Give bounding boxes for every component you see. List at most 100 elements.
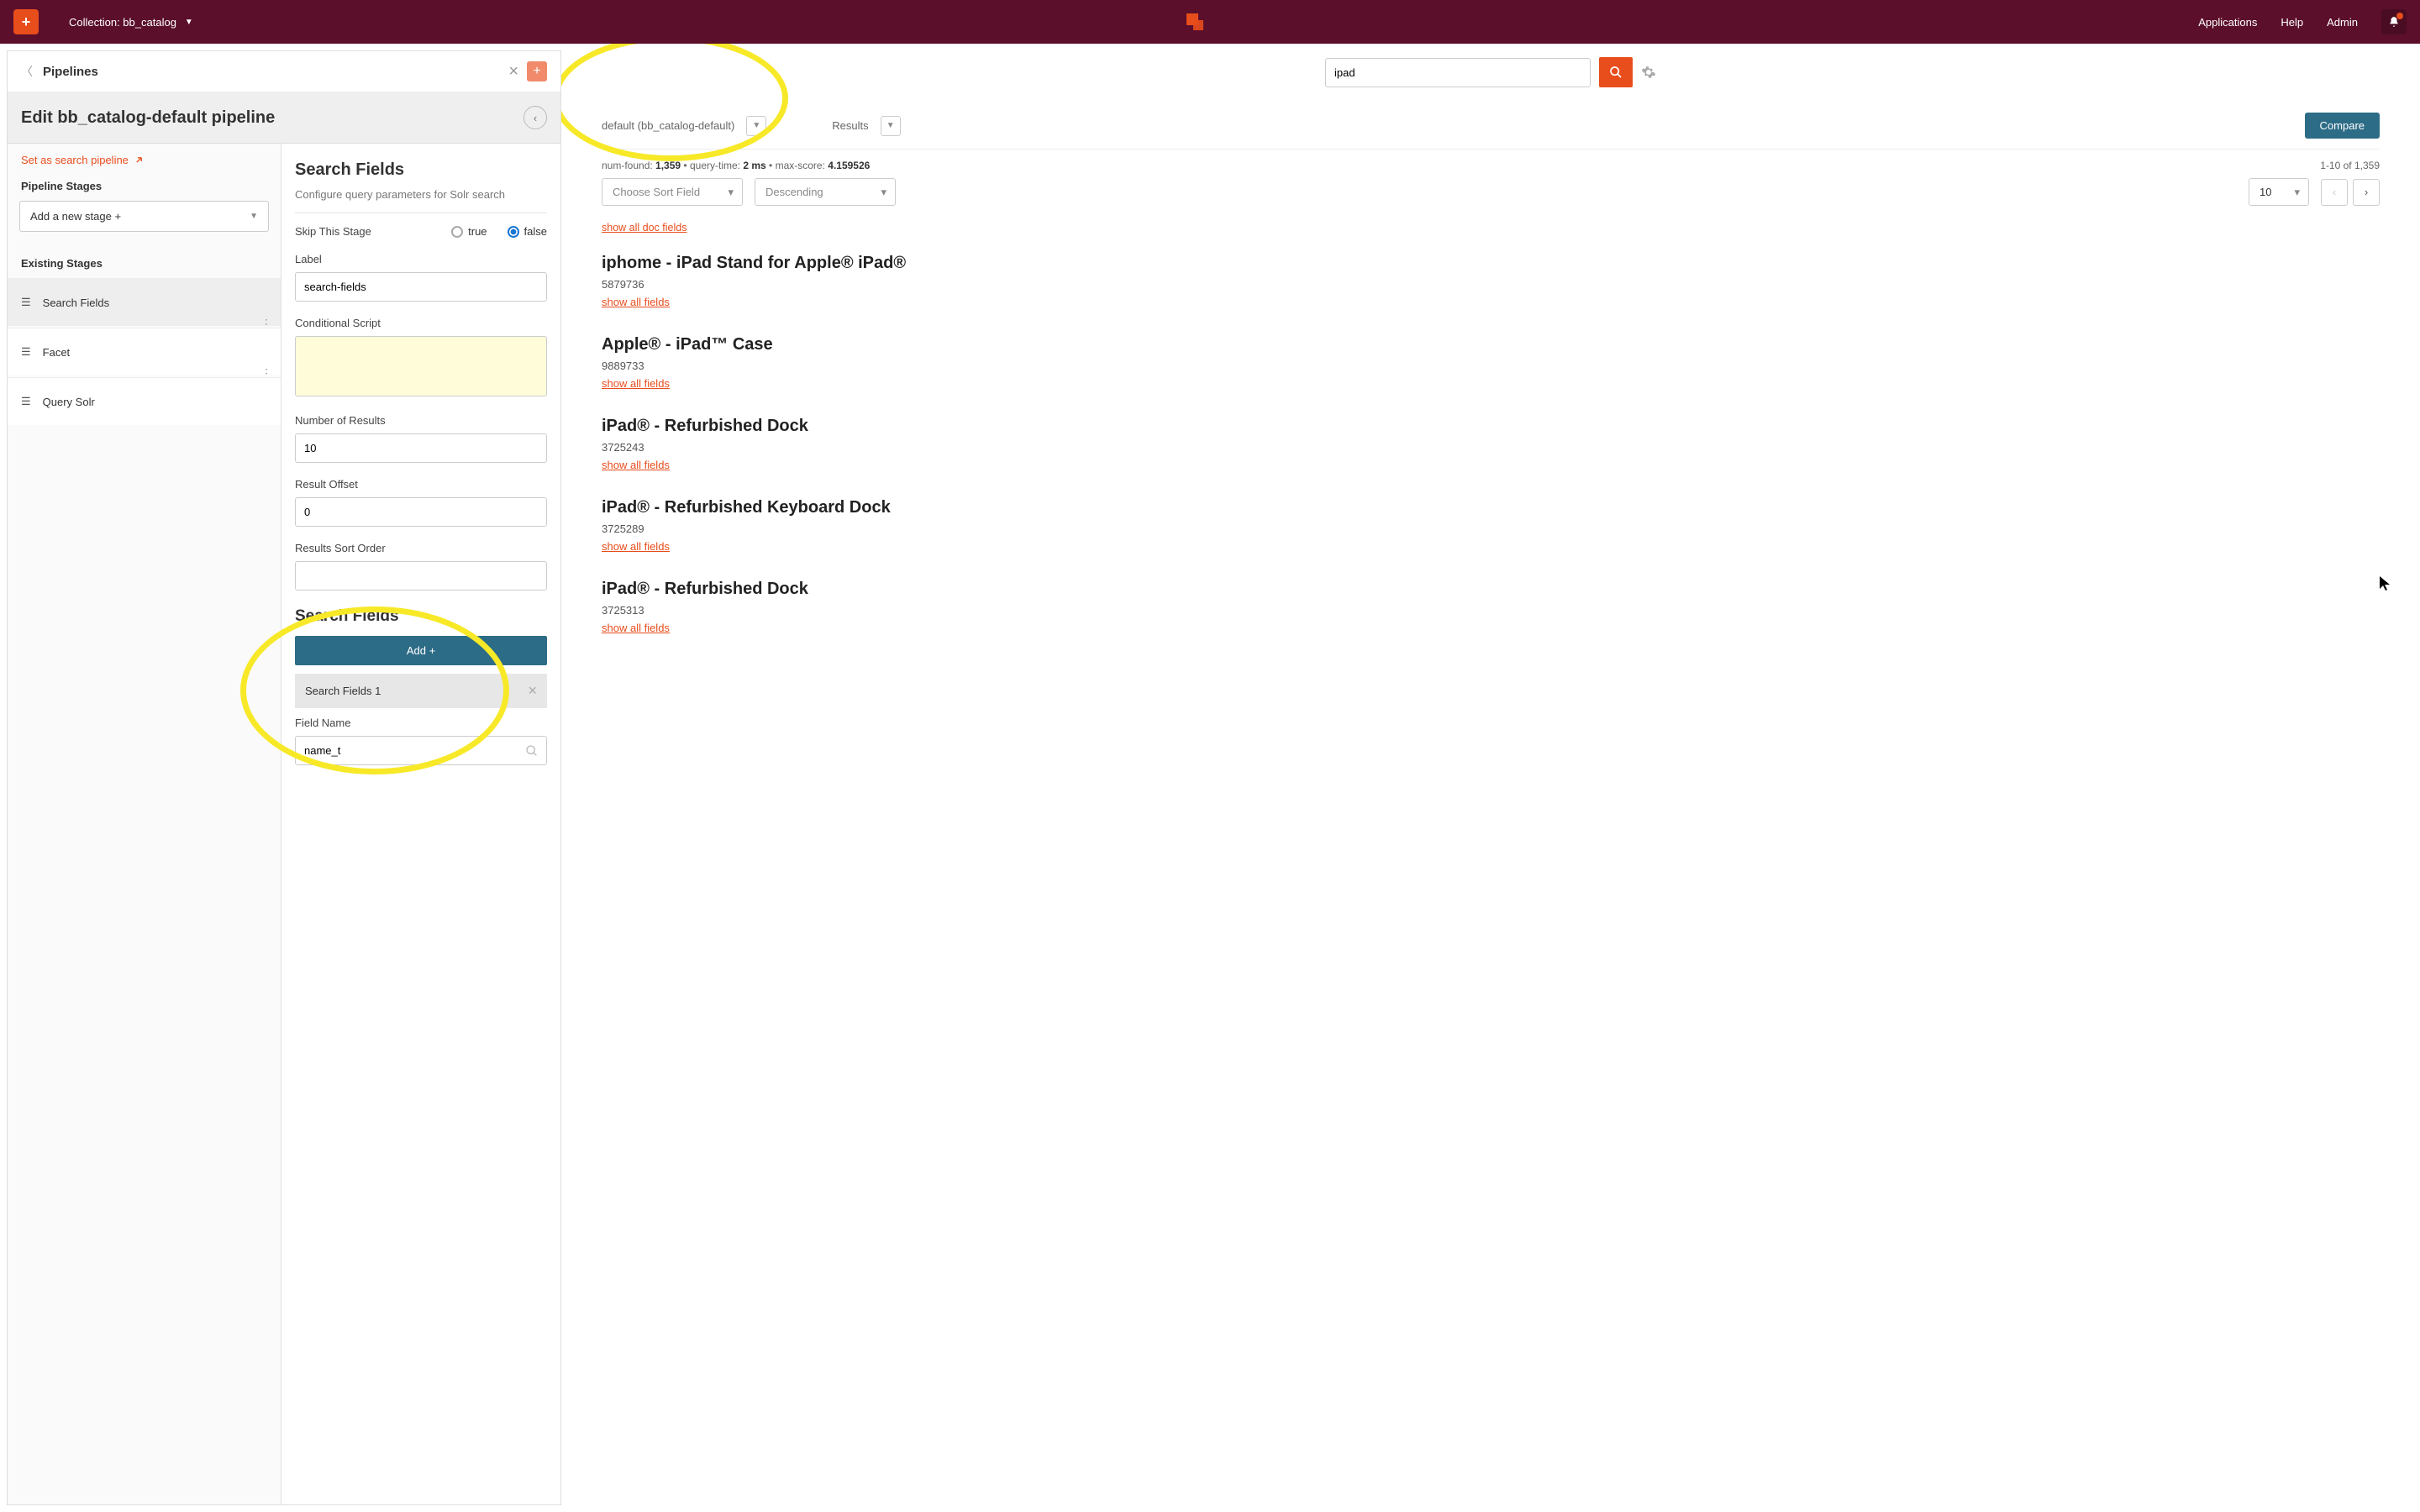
search-icon xyxy=(1609,66,1623,79)
radio-icon xyxy=(451,226,463,238)
search-result: iPad® - Refurbished Dock 3725243 show all … xyxy=(602,417,2380,471)
show-all-fields-link[interactable]: show all fields xyxy=(602,459,670,471)
nav-admin[interactable]: Admin xyxy=(2327,16,2358,29)
show-all-fields-link[interactable]: show all fields xyxy=(602,622,670,634)
app-logo-icon xyxy=(1185,11,1207,33)
maxscore-label: max-score: xyxy=(776,160,825,171)
search-result: iPad® - Refurbished Dock3725313show all … xyxy=(602,580,2380,634)
stage-facet[interactable]: ☰ Facet xyxy=(8,328,281,375)
search-field-1-label: Search Fields 1 xyxy=(305,685,381,697)
add-search-field-button[interactable]: Add + xyxy=(295,636,547,665)
querytime-value: 2 ms xyxy=(743,160,765,171)
drag-handle-icon[interactable]: ☰ xyxy=(21,345,31,359)
drag-handle-icon[interactable]: ☰ xyxy=(21,296,31,309)
conditional-script-input[interactable] xyxy=(295,336,547,396)
config-heading: Search Fields xyxy=(295,160,547,180)
pipeline-panel: 〈 Pipelines × + Edit bb_catalog-default … xyxy=(7,50,561,1505)
external-link-icon xyxy=(134,155,145,165)
results-label: Results xyxy=(832,119,868,132)
fieldname-input[interactable] xyxy=(295,736,547,765)
skip-label: Skip This Stage xyxy=(295,225,371,238)
sort-field-label: Choose Sort Field xyxy=(613,186,700,198)
panel-add-button[interactable]: + xyxy=(527,61,547,81)
offset-input[interactable] xyxy=(295,497,547,527)
pipeline-dropdown[interactable]: ▼ xyxy=(746,116,766,136)
result-id: 5879736 xyxy=(602,278,2380,291)
radio-false-label: false xyxy=(524,225,547,238)
sort-direction-select[interactable]: Descending xyxy=(755,178,896,206)
offset-label: Result Offset xyxy=(295,478,547,491)
radio-checked-icon xyxy=(508,226,519,238)
pipeline-select-label: default (bb_catalog-default) xyxy=(602,119,734,132)
search-icon[interactable] xyxy=(525,744,539,758)
show-all-fields-link[interactable]: show all fields xyxy=(602,377,670,390)
show-all-fields-link[interactable]: show all fields xyxy=(602,540,670,553)
numres-label: Number of Results xyxy=(295,414,547,427)
global-add-button[interactable]: + xyxy=(13,9,39,34)
label-input[interactable] xyxy=(295,272,547,302)
search-result: iphome - iPad Stand for Apple® iPad® 5879… xyxy=(602,254,2380,308)
collection-selector[interactable]: Collection: bb_catalog ▼ xyxy=(69,16,193,29)
result-id: 3725243 xyxy=(602,441,2380,454)
prev-page-button[interactable]: ‹ xyxy=(2321,179,2348,206)
nav-help[interactable]: Help xyxy=(2281,16,2303,29)
stage-label: Search Fields xyxy=(43,297,109,309)
stage-query-solr[interactable]: ☰ Query Solr xyxy=(8,377,281,425)
bell-icon xyxy=(2388,16,2400,28)
set-search-pipeline-link[interactable]: Set as search pipeline xyxy=(8,144,281,173)
stage-config: Search Fields Configure query parameters… xyxy=(281,144,560,1504)
stage-label: Query Solr xyxy=(43,396,95,408)
search-input[interactable] xyxy=(1325,58,1591,87)
result-title: iphome - iPad Stand for Apple® iPad® xyxy=(602,254,2380,273)
direction-label: Descending xyxy=(765,186,823,198)
search-settings-button[interactable] xyxy=(1641,65,1656,80)
chevron-left-icon: ‹ xyxy=(2333,186,2336,198)
fieldname-label: Field Name xyxy=(295,717,547,729)
show-all-fields-link[interactable]: show all fields xyxy=(602,296,670,308)
back-button[interactable]: 〈 xyxy=(21,63,33,80)
result-title: iPad® - Refurbished Dock xyxy=(602,580,2380,599)
caret-down-icon: ▼ xyxy=(185,18,193,27)
compare-row: default (bb_catalog-default) ▼ Results ▼… xyxy=(602,102,2380,150)
collapse-button[interactable]: ‹ xyxy=(523,106,547,129)
sort-input[interactable] xyxy=(295,561,547,591)
query-meta: num-found: 1,359 • query-time: 2 ms • ma… xyxy=(602,150,2380,175)
nav-applications[interactable]: Applications xyxy=(2198,16,2257,29)
numresults-input[interactable] xyxy=(295,433,547,463)
sort-label: Results Sort Order xyxy=(295,542,547,554)
stage-label: Facet xyxy=(43,346,71,359)
search-button[interactable] xyxy=(1599,57,1633,87)
drag-handle-icon[interactable]: ☰ xyxy=(21,395,31,408)
stage-search-fields[interactable]: ☰ Search Fields xyxy=(8,278,281,326)
maxscore-value: 4.159526 xyxy=(828,160,870,171)
search-fields-heading: Search Fields xyxy=(295,607,547,626)
results-dropdown[interactable]: ▼ xyxy=(881,116,901,136)
skip-false-radio[interactable]: false xyxy=(508,225,547,238)
set-search-label: Set as search pipeline xyxy=(21,154,129,166)
notifications-button[interactable] xyxy=(2381,9,2407,34)
edit-bar: Edit bb_catalog-default pipeline ‹ xyxy=(8,92,560,144)
remove-field-button[interactable]: × xyxy=(528,682,537,700)
result-id: 3725289 xyxy=(602,522,2380,535)
search-result: iPad® - Refurbished Keyboard Dock3725289… xyxy=(602,498,2380,553)
panel-close-button[interactable]: × xyxy=(508,62,518,81)
existing-stages-title: Existing Stages xyxy=(8,249,281,278)
page-size-select[interactable]: 10 xyxy=(2249,178,2309,206)
show-all-doc-fields-link[interactable]: show all doc fields xyxy=(602,222,687,234)
add-stage-select[interactable]: Add a new stage + ▼ xyxy=(19,201,269,232)
compare-button[interactable]: Compare xyxy=(2305,113,2380,139)
panel-header: 〈 Pipelines × + xyxy=(8,51,560,92)
collection-label: Collection: bb_catalog xyxy=(69,16,176,29)
gear-icon xyxy=(1641,65,1656,80)
results-panel: default (bb_catalog-default) ▼ Results ▼… xyxy=(561,44,2420,1512)
sort-field-select[interactable]: Choose Sort Field xyxy=(602,178,743,206)
next-page-button[interactable]: › xyxy=(2353,179,2380,206)
result-range: 1-10 of 1,359 xyxy=(2320,160,2380,171)
result-title: iPad® - Refurbished Dock xyxy=(602,417,2380,436)
radio-true-label: true xyxy=(468,225,487,238)
skip-true-radio[interactable]: true xyxy=(451,225,487,238)
search-field-1-header[interactable]: Search Fields 1 × xyxy=(295,674,547,708)
chevron-right-icon: › xyxy=(2365,186,2368,198)
chevron-left-icon: ‹ xyxy=(534,112,537,124)
querytime-label: query-time: xyxy=(690,160,740,171)
